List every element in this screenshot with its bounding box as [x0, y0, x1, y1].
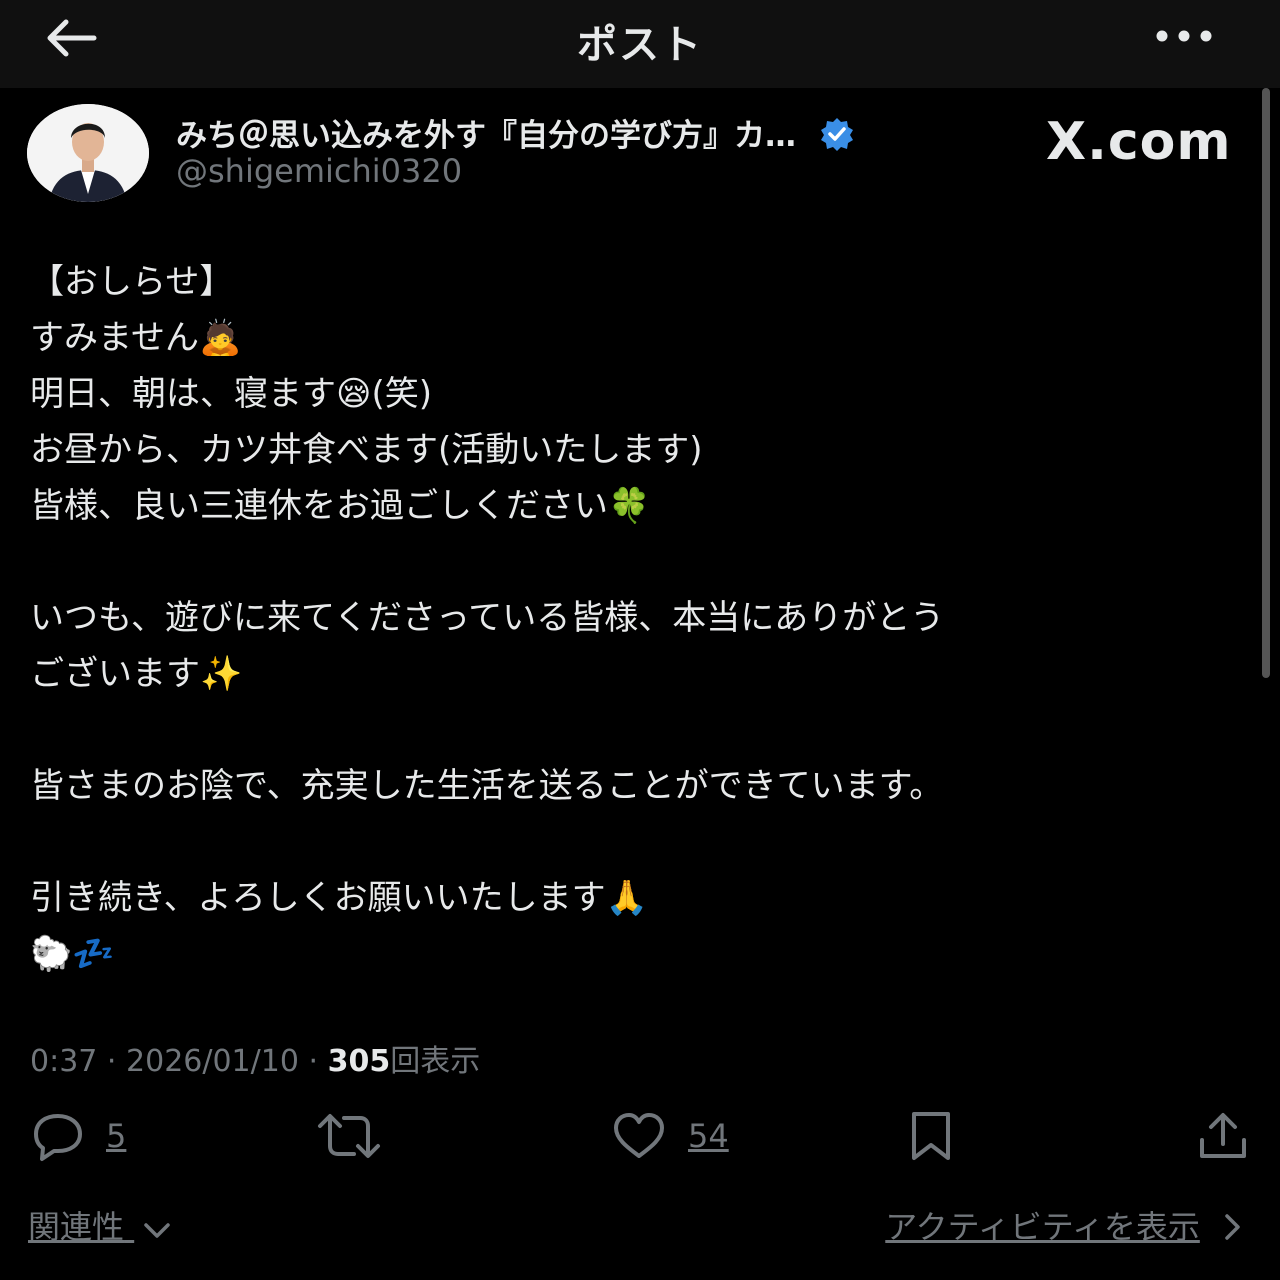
scrollbar[interactable] — [1262, 88, 1270, 678]
like-count[interactable]: 54 — [688, 1117, 729, 1155]
bookmark-icon — [912, 1112, 950, 1160]
share-icon — [1200, 1113, 1246, 1158]
post-line: 【おしらせ】 — [30, 262, 234, 302]
post-line: お昼から、カツ丼食べます(活動いたします) — [30, 430, 703, 470]
reply-count[interactable]: 5 — [106, 1117, 126, 1155]
bookmark-button[interactable] — [902, 1108, 960, 1164]
view-activity-link[interactable]: アクティビティを表示 — [885, 1202, 1242, 1248]
post-detail-screen: ポスト みち＠思い込みを外す『自分の学び方』カ… @shigemichi0320… — [0, 0, 1280, 1280]
reply-button[interactable]: 5 — [28, 1108, 126, 1164]
repost-button[interactable] — [316, 1108, 382, 1164]
post-line: すみません🙇 — [30, 318, 242, 358]
repost-icon — [318, 1114, 380, 1158]
post-line: 明日、朝は、寝ます😪(笑) — [30, 374, 432, 414]
verified-badge-icon — [820, 118, 853, 151]
post-date[interactable]: 2026/01/10 — [126, 1044, 299, 1079]
profile-photo — [27, 104, 149, 202]
sort-label: 関連性 — [28, 1208, 125, 1246]
more-options-button[interactable] — [1148, 20, 1220, 52]
like-button[interactable]: 54 — [610, 1108, 729, 1164]
chevron-down-icon — [144, 1223, 170, 1238]
x-com-watermark: X.com — [1046, 112, 1232, 172]
meta-separator: · — [106, 1044, 117, 1079]
post-line: 皆さまのお陰で、充実した生活を送ることができています。 — [30, 766, 944, 806]
heart-icon — [614, 1113, 664, 1158]
post-line: 皆様、良い三連休をお過ごしください🍀 — [30, 486, 651, 526]
activity-label: アクティビティを表示 — [885, 1208, 1200, 1246]
top-bar: ポスト — [0, 0, 1280, 88]
post-text: 【おしらせ】 すみません🙇 明日、朝は、寝ます😪(笑) お昼から、カツ丼食べます… — [30, 254, 1250, 982]
meta-separator: · — [308, 1044, 319, 1079]
post-time[interactable]: 0:37 — [30, 1044, 97, 1079]
chevron-right-icon — [1225, 1214, 1240, 1240]
page-title: ポスト — [577, 22, 703, 68]
share-button[interactable] — [1194, 1108, 1252, 1164]
sort-relevance-dropdown[interactable]: 関連性 — [28, 1202, 172, 1248]
display-name[interactable]: みち＠思い込みを外す『自分の学び方』カ… — [176, 118, 796, 154]
views-count: 305 — [327, 1044, 391, 1079]
post-line: 引き続き、よろしくお願いいたします🙏 — [30, 878, 648, 918]
post-line: 🐑💤 — [30, 934, 115, 974]
views-label: 回表示 — [390, 1044, 481, 1079]
post-line: ございます✨ — [30, 654, 243, 694]
more-horizontal-icon — [1156, 30, 1212, 42]
author-handle[interactable]: @shigemichi0320 — [176, 152, 462, 190]
reply-icon — [34, 1114, 82, 1161]
author-name-row[interactable]: みち＠思い込みを外す『自分の学び方』カ… — [176, 110, 855, 155]
post-meta: 0:37 · 2026/01/10 · 305回表示 — [30, 1036, 480, 1080]
action-bar: 5 54 — [0, 1100, 1280, 1170]
avatar[interactable] — [27, 104, 149, 202]
post-line: いつも、遊びに来てくださっている皆様、本当にありがとう — [30, 598, 945, 638]
